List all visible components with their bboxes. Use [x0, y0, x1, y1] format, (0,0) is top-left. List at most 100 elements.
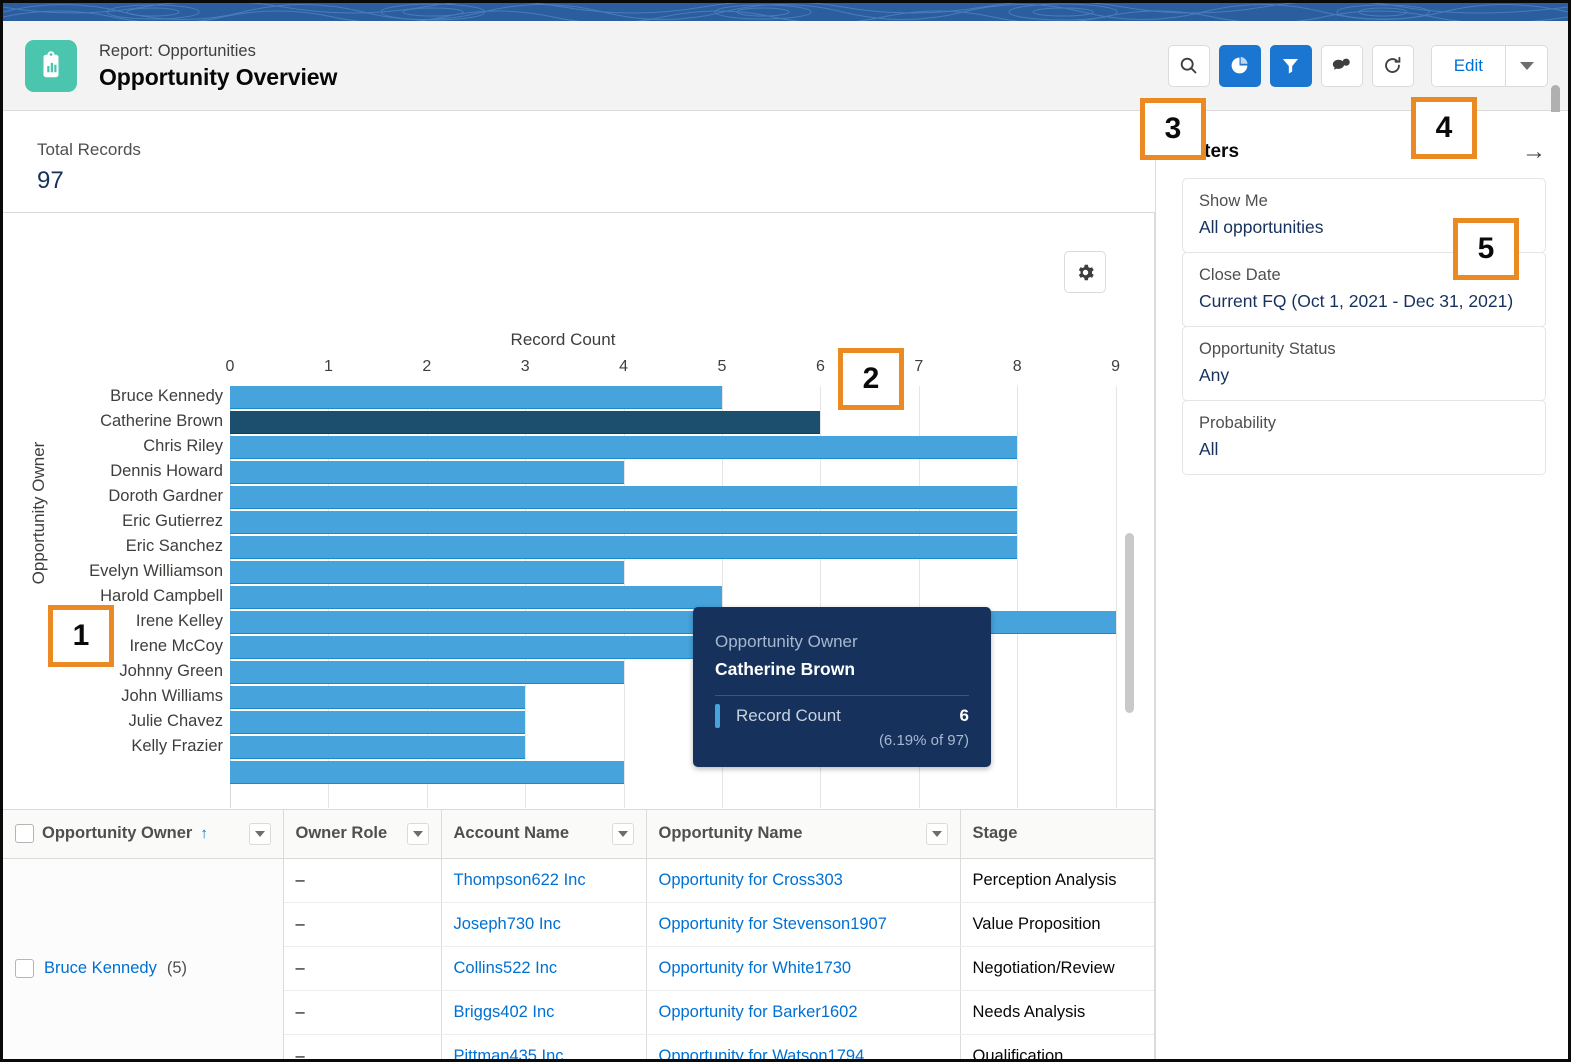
select-all-checkbox[interactable] [15, 824, 34, 844]
cell-account-name-text[interactable]: Pittman435 Inc [454, 1047, 564, 1060]
x-tick-label: 6 [815, 358, 825, 375]
cell-account-name[interactable]: Thompson622 Inc [441, 858, 647, 903]
column-header-account-name[interactable]: Account Name [441, 810, 647, 859]
cell-opportunity-name[interactable]: Opportunity for Stevenson1907 [646, 902, 961, 947]
chart-bar[interactable] [230, 761, 624, 784]
column-header-stage[interactable]: Stage [960, 810, 1154, 859]
column-menu-icon[interactable] [406, 822, 429, 845]
chart-axis-title-x: Record Count [510, 330, 616, 349]
chart-bar[interactable] [230, 561, 624, 584]
chart-bar[interactable] [230, 686, 526, 709]
chart-bar[interactable] [230, 386, 722, 409]
chart-bar[interactable] [230, 486, 1018, 509]
cell-owner-role: – [283, 1034, 442, 1059]
gear-icon[interactable] [1064, 251, 1106, 293]
filter-icon[interactable] [1269, 44, 1312, 87]
column-header-opportunity-name[interactable]: Opportunity Name [646, 810, 961, 859]
callout-badge-5: 5 [1453, 218, 1519, 280]
cell-opportunity-name[interactable]: Opportunity for Watson1794 [646, 1034, 961, 1060]
cell-account-name[interactable]: Pittman435 Inc [441, 1034, 647, 1060]
chart-bar-row[interactable]: Eric Sanchez [3, 536, 1155, 561]
bar-category-label: Dennis Howard [110, 462, 223, 480]
cell-stage: Negotiation/Review [960, 946, 1154, 991]
chart-bar[interactable] [230, 711, 526, 734]
chart-bar[interactable] [230, 586, 722, 609]
cell-opportunity-name-text[interactable]: Opportunity for Cross303 [659, 871, 843, 889]
edit-button[interactable]: Edit [1431, 45, 1505, 86]
chart-bar-row[interactable]: Chris Riley [3, 436, 1155, 461]
cell-owner-role: – [283, 858, 442, 903]
column-menu-icon[interactable] [611, 822, 634, 845]
cell-opportunity-name-text[interactable]: Opportunity for White1730 [659, 959, 852, 977]
search-icon[interactable] [1167, 44, 1210, 87]
chart-bar[interactable] [230, 411, 821, 434]
page-header: Report: Opportunities Opportunity Overvi… [3, 21, 1568, 111]
chart-panel: Record Count Opportunity Owner 0 1 2 3 4 5 6 7 8… [3, 213, 1155, 810]
chart-bar[interactable] [230, 511, 1018, 534]
tooltip-measure-value: 6 [959, 706, 969, 725]
cell-opportunity-name-text[interactable]: Opportunity for Barker1602 [659, 1003, 858, 1021]
chevron-down-icon[interactable] [1505, 45, 1547, 86]
cell-opportunity-name[interactable]: Opportunity for Cross303 [646, 858, 961, 903]
column-menu-icon[interactable] [248, 822, 271, 845]
cell-account-name-text[interactable]: Joseph730 Inc [454, 915, 561, 933]
column-header-owner-role[interactable]: Owner Role [283, 810, 442, 859]
feed-icon[interactable] [1320, 44, 1363, 87]
cell-account-name-text[interactable]: Thompson622 Inc [454, 871, 586, 889]
tooltip-percent: (6.19% of 97) [878, 732, 969, 749]
column-header-opportunity-owner[interactable]: Opportunity Owner ↑ [3, 810, 284, 859]
cell-account-name-text[interactable]: Collins522 Inc [454, 959, 558, 977]
x-tick-label: 5 [717, 358, 727, 375]
x-tick-label: 9 [1111, 358, 1121, 375]
chart-bar[interactable] [230, 461, 624, 484]
filter-card[interactable]: Opportunity Status Any [1182, 326, 1546, 401]
tooltip-category-value: Catherine Brown [715, 659, 856, 679]
chart-bar-row[interactable]: Eric Gutierrez [3, 511, 1155, 536]
row-select-checkbox[interactable] [15, 958, 34, 978]
chart-bar[interactable] [230, 536, 1018, 559]
report-clipboard-icon [25, 39, 77, 92]
bar-category-label: Bruce Kennedy [110, 387, 223, 405]
summary-strip: Total Records 97 [3, 112, 1155, 213]
cell-stage: Value Proposition [960, 902, 1154, 947]
cell-opportunity-name[interactable]: Opportunity for Barker1602 [646, 990, 961, 1035]
refresh-icon[interactable] [1371, 44, 1414, 87]
sort-ascending-icon[interactable]: ↑ [200, 825, 208, 842]
cell-opportunity-name[interactable]: Opportunity for White1730 [646, 946, 961, 991]
chart-bar[interactable] [230, 661, 624, 684]
chart-bar[interactable] [230, 436, 1018, 459]
table-header-row: Opportunity Owner ↑ Owner Role Account N… [3, 810, 1154, 859]
chart-inner-scrollbar[interactable] [1125, 533, 1134, 713]
chart-inner-scroll-thumb[interactable] [1125, 533, 1134, 713]
cell-account-name[interactable]: Collins522 Inc [441, 946, 647, 991]
report-data-table: Opportunity Owner ↑ Owner Role Account N… [3, 810, 1155, 1062]
cell-account-name[interactable]: Joseph730 Inc [441, 902, 647, 947]
group-owner-link[interactable]: Bruce Kennedy [44, 959, 157, 978]
chart-bar-row[interactable]: Evelyn Williamson [3, 561, 1155, 586]
cell-account-name-text[interactable]: Briggs402 Inc [454, 1003, 555, 1021]
filter-value: All [1199, 439, 1219, 459]
bar-category-label: Chris Riley [143, 437, 223, 455]
total-records-label: Total Records [37, 140, 141, 159]
chart-bar-row[interactable]: Bruce Kennedy [3, 386, 1155, 411]
column-menu-icon[interactable] [925, 822, 948, 845]
chart-toggle-icon[interactable] [1218, 44, 1261, 87]
column-label: Stage [972, 824, 1018, 843]
cell-owner-role-text: – [295, 870, 305, 889]
cell-account-name[interactable]: Briggs402 Inc [441, 990, 647, 1035]
report-page: Report: Opportunities Opportunity Overvi… [0, 0, 1571, 1062]
arrow-right-icon[interactable]: → [1522, 140, 1546, 164]
cell-stage: Perception Analysis [960, 858, 1154, 903]
cell-stage-text: Qualification [972, 1046, 1064, 1062]
filter-card[interactable]: Probability All [1182, 400, 1546, 475]
cell-opportunity-name-text[interactable]: Opportunity for Watson1794 [659, 1047, 865, 1060]
table-row[interactable]: Bruce Kennedy (5) – Thompson622 Inc Opportun… [3, 858, 1154, 1059]
chart-bar-row[interactable]: Catherine Brown [3, 411, 1155, 436]
chart-bar-row[interactable]: Dennis Howard [3, 461, 1155, 486]
callout-badge-1: 1 [48, 605, 114, 667]
chart-bar[interactable] [230, 736, 526, 759]
bar-category-label: Eric Sanchez [125, 537, 223, 555]
cell-stage-text: Needs Analysis [972, 1002, 1086, 1021]
chart-bar-row[interactable]: Doroth Gardner [3, 486, 1155, 511]
cell-opportunity-name-text[interactable]: Opportunity for Stevenson1907 [659, 915, 887, 933]
